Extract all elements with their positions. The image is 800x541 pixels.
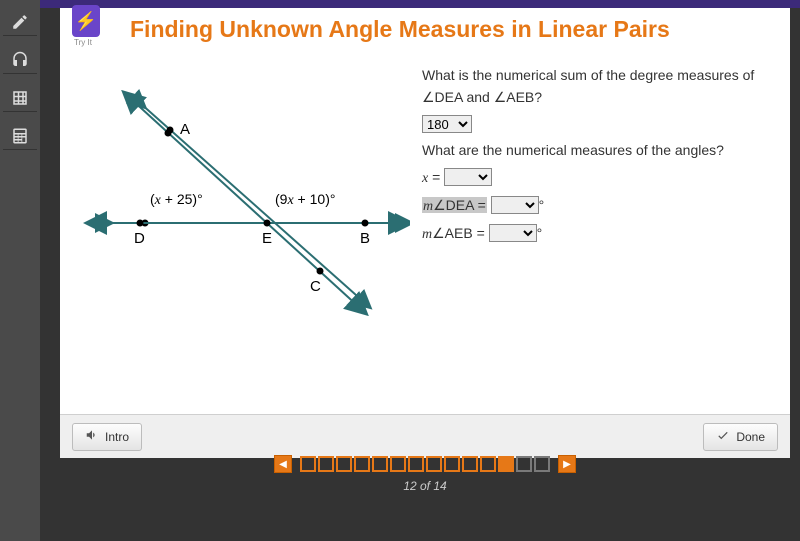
calculator-tool-icon[interactable]	[3, 122, 37, 150]
tryit-label: Try It	[74, 38, 92, 47]
nav-page-1[interactable]	[300, 456, 316, 472]
top-purple-strip	[40, 0, 800, 8]
headphones-tool-icon[interactable]	[3, 46, 37, 74]
point-label-E: E	[262, 230, 272, 247]
intro-button[interactable]: Intro	[72, 423, 142, 451]
angle1-expression: (x + 25)°	[150, 191, 203, 209]
check-icon	[716, 428, 730, 445]
content-area: ⚡ Try It Finding Unknown Angle Measures …	[60, 8, 790, 458]
nav-page-12[interactable]	[498, 456, 514, 472]
nav-page-13[interactable]	[516, 456, 532, 472]
grid-tool-icon[interactable]	[3, 84, 37, 112]
nav-page-2[interactable]	[318, 456, 334, 472]
deg1: °	[539, 197, 545, 213]
question1-text: What is the numerical sum of the degree …	[422, 64, 780, 109]
question-panel: What is the numerical sum of the degree …	[420, 58, 790, 418]
question2-text: What are the numerical measures of the a…	[422, 139, 780, 161]
main-body: A D E B C (x + 25)° (9x + 10)° What is t…	[60, 58, 790, 418]
point-label-C: C	[310, 278, 321, 295]
nav-prev-button[interactable]: ◀	[274, 455, 292, 473]
bottom-bar: Intro Done	[60, 414, 790, 458]
nav-page-11[interactable]	[480, 456, 496, 472]
dea-select[interactable]	[491, 196, 539, 214]
nav-page-5[interactable]	[372, 456, 388, 472]
tryit-icon: ⚡	[72, 5, 100, 37]
nav-page-10[interactable]	[462, 456, 478, 472]
sum-select[interactable]: 180	[422, 115, 472, 133]
maeb-label: m∠AEB =	[422, 225, 485, 241]
left-toolbar	[0, 0, 40, 541]
nav-page-4[interactable]	[354, 456, 370, 472]
speaker-icon	[85, 428, 99, 445]
aeb-select[interactable]	[489, 224, 537, 242]
page-title: Finding Unknown Angle Measures in Linear…	[130, 16, 670, 43]
deg2: °	[537, 225, 543, 241]
done-label: Done	[736, 430, 765, 444]
page-indicator: 12 of 14	[60, 479, 790, 493]
nav-page-6[interactable]	[390, 456, 406, 472]
nav-next-button[interactable]: ▶	[558, 455, 576, 473]
angle2-expression: (9x + 10)°	[275, 191, 335, 209]
nav-page-7[interactable]	[408, 456, 424, 472]
nav-page-14[interactable]	[534, 456, 550, 472]
intro-label: Intro	[105, 430, 129, 444]
point-label-D: D	[134, 230, 145, 247]
x-select[interactable]	[444, 168, 492, 186]
pencil-tool-icon[interactable]	[3, 8, 37, 36]
done-button[interactable]: Done	[703, 423, 778, 451]
x-equals-label: x	[422, 171, 428, 186]
point-label-B: B	[360, 230, 370, 247]
nav-row: ◀ ▶	[60, 455, 790, 473]
nav-page-3[interactable]	[336, 456, 352, 472]
diagram-panel: A D E B C (x + 25)° (9x + 10)°	[60, 58, 420, 418]
footer-nav: ◀ ▶ 12 of 14	[60, 455, 790, 493]
point-label-A: A	[180, 121, 190, 138]
nav-page-9[interactable]	[444, 456, 460, 472]
mdea-label: m∠DEA =	[422, 197, 487, 213]
nav-page-8[interactable]	[426, 456, 442, 472]
